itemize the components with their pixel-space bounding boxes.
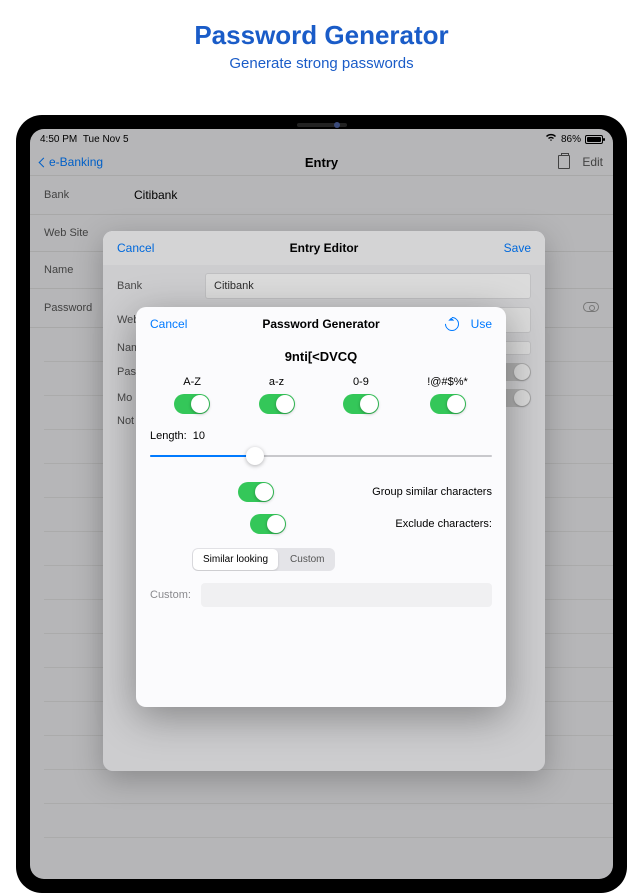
exclude-segmented[interactable]: Similar looking Custom: [192, 548, 335, 571]
slider-fill: [150, 455, 253, 457]
save-button[interactable]: Save: [504, 241, 531, 255]
chevron-left-icon: [39, 157, 49, 167]
field-value: Citibank: [134, 188, 177, 202]
seg-similar[interactable]: Similar looking: [193, 549, 278, 570]
cancel-button[interactable]: Cancel: [117, 241, 154, 255]
modal-title: Password Generator: [262, 317, 379, 331]
nav-title: Entry: [305, 155, 338, 170]
device-camera: [334, 122, 340, 128]
switch-group[interactable]: [238, 482, 274, 502]
edit-button[interactable]: Edit: [582, 155, 603, 169]
length-slider[interactable]: [150, 446, 492, 466]
custom-row: Custom:: [136, 571, 506, 619]
toggle-label: !@#$%*: [427, 376, 468, 388]
wifi-icon: [545, 133, 557, 145]
exclude-row: Exclude characters:: [136, 508, 506, 540]
toggle-lower: a-z: [259, 376, 295, 414]
switch-sym[interactable]: [430, 394, 466, 414]
switch-upper[interactable]: [174, 394, 210, 414]
length-value: 10: [193, 430, 205, 442]
nav-bar: e-Banking Entry Edit: [30, 149, 613, 176]
field-label: Bank: [44, 189, 134, 201]
cancel-button[interactable]: Cancel: [150, 317, 187, 331]
battery-icon: [585, 135, 603, 144]
switch-digit[interactable]: [343, 394, 379, 414]
password-generator-modal: Cancel Password Generator Use 9nti[<DVCQ…: [136, 307, 506, 707]
back-button[interactable]: e-Banking: [40, 155, 103, 169]
status-right: 86%: [545, 133, 603, 145]
modal-header: Cancel Password Generator Use: [136, 307, 506, 341]
toggle-sym: !@#$%*: [427, 376, 468, 414]
exclude-label: Exclude characters:: [395, 518, 492, 530]
length-row: Length: 10: [136, 414, 506, 446]
switch-exclude[interactable]: [250, 514, 286, 534]
group-similar-row: Group similar characters: [136, 476, 506, 508]
refresh-icon[interactable]: [442, 314, 462, 334]
toggle-label: 0-9: [343, 376, 379, 388]
seg-custom[interactable]: Custom: [279, 548, 335, 571]
status-bar: 4:50 PM Tue Nov 5 86%: [30, 129, 613, 149]
field-label: Bank: [117, 280, 205, 292]
switch-lower[interactable]: [259, 394, 295, 414]
back-label: e-Banking: [49, 155, 103, 169]
custom-input[interactable]: [201, 583, 492, 607]
ipad-frame: 4:50 PM Tue Nov 5 86% e-Banking Entry Ed…: [16, 115, 627, 893]
toggle-upper: A-Z: [174, 376, 210, 414]
trash-icon[interactable]: [558, 155, 570, 169]
generated-password: 9nti[<DVCQ: [136, 341, 506, 376]
use-button[interactable]: Use: [471, 317, 492, 331]
promo-title: Password Generator: [0, 20, 643, 51]
toggle-label: a-z: [259, 376, 295, 388]
status-time: 4:50 PM Tue Nov 5: [40, 134, 129, 145]
bank-input[interactable]: Citibank: [205, 273, 531, 299]
charset-toggles: A-Z a-z 0-9 !@#$%*: [136, 376, 506, 414]
modal-title: Entry Editor: [290, 241, 359, 255]
promo-header: Password Generator Generate strong passw…: [0, 0, 643, 84]
modal-header: Cancel Entry Editor Save: [103, 231, 545, 265]
device-screen: 4:50 PM Tue Nov 5 86% e-Banking Entry Ed…: [30, 129, 613, 879]
editor-row-bank: Bank Citibank: [103, 273, 545, 299]
toggle-digit: 0-9: [343, 376, 379, 414]
entry-row-bank: Bank Citibank: [30, 176, 613, 215]
group-label: Group similar characters: [372, 486, 492, 498]
slider-thumb[interactable]: [246, 447, 264, 465]
toggle-label: A-Z: [174, 376, 210, 388]
custom-label: Custom:: [150, 589, 191, 601]
battery-percent: 86%: [561, 134, 581, 145]
eye-icon[interactable]: [583, 301, 599, 315]
length-label: Length:: [150, 430, 187, 442]
promo-subtitle: Generate strong passwords: [0, 55, 643, 72]
